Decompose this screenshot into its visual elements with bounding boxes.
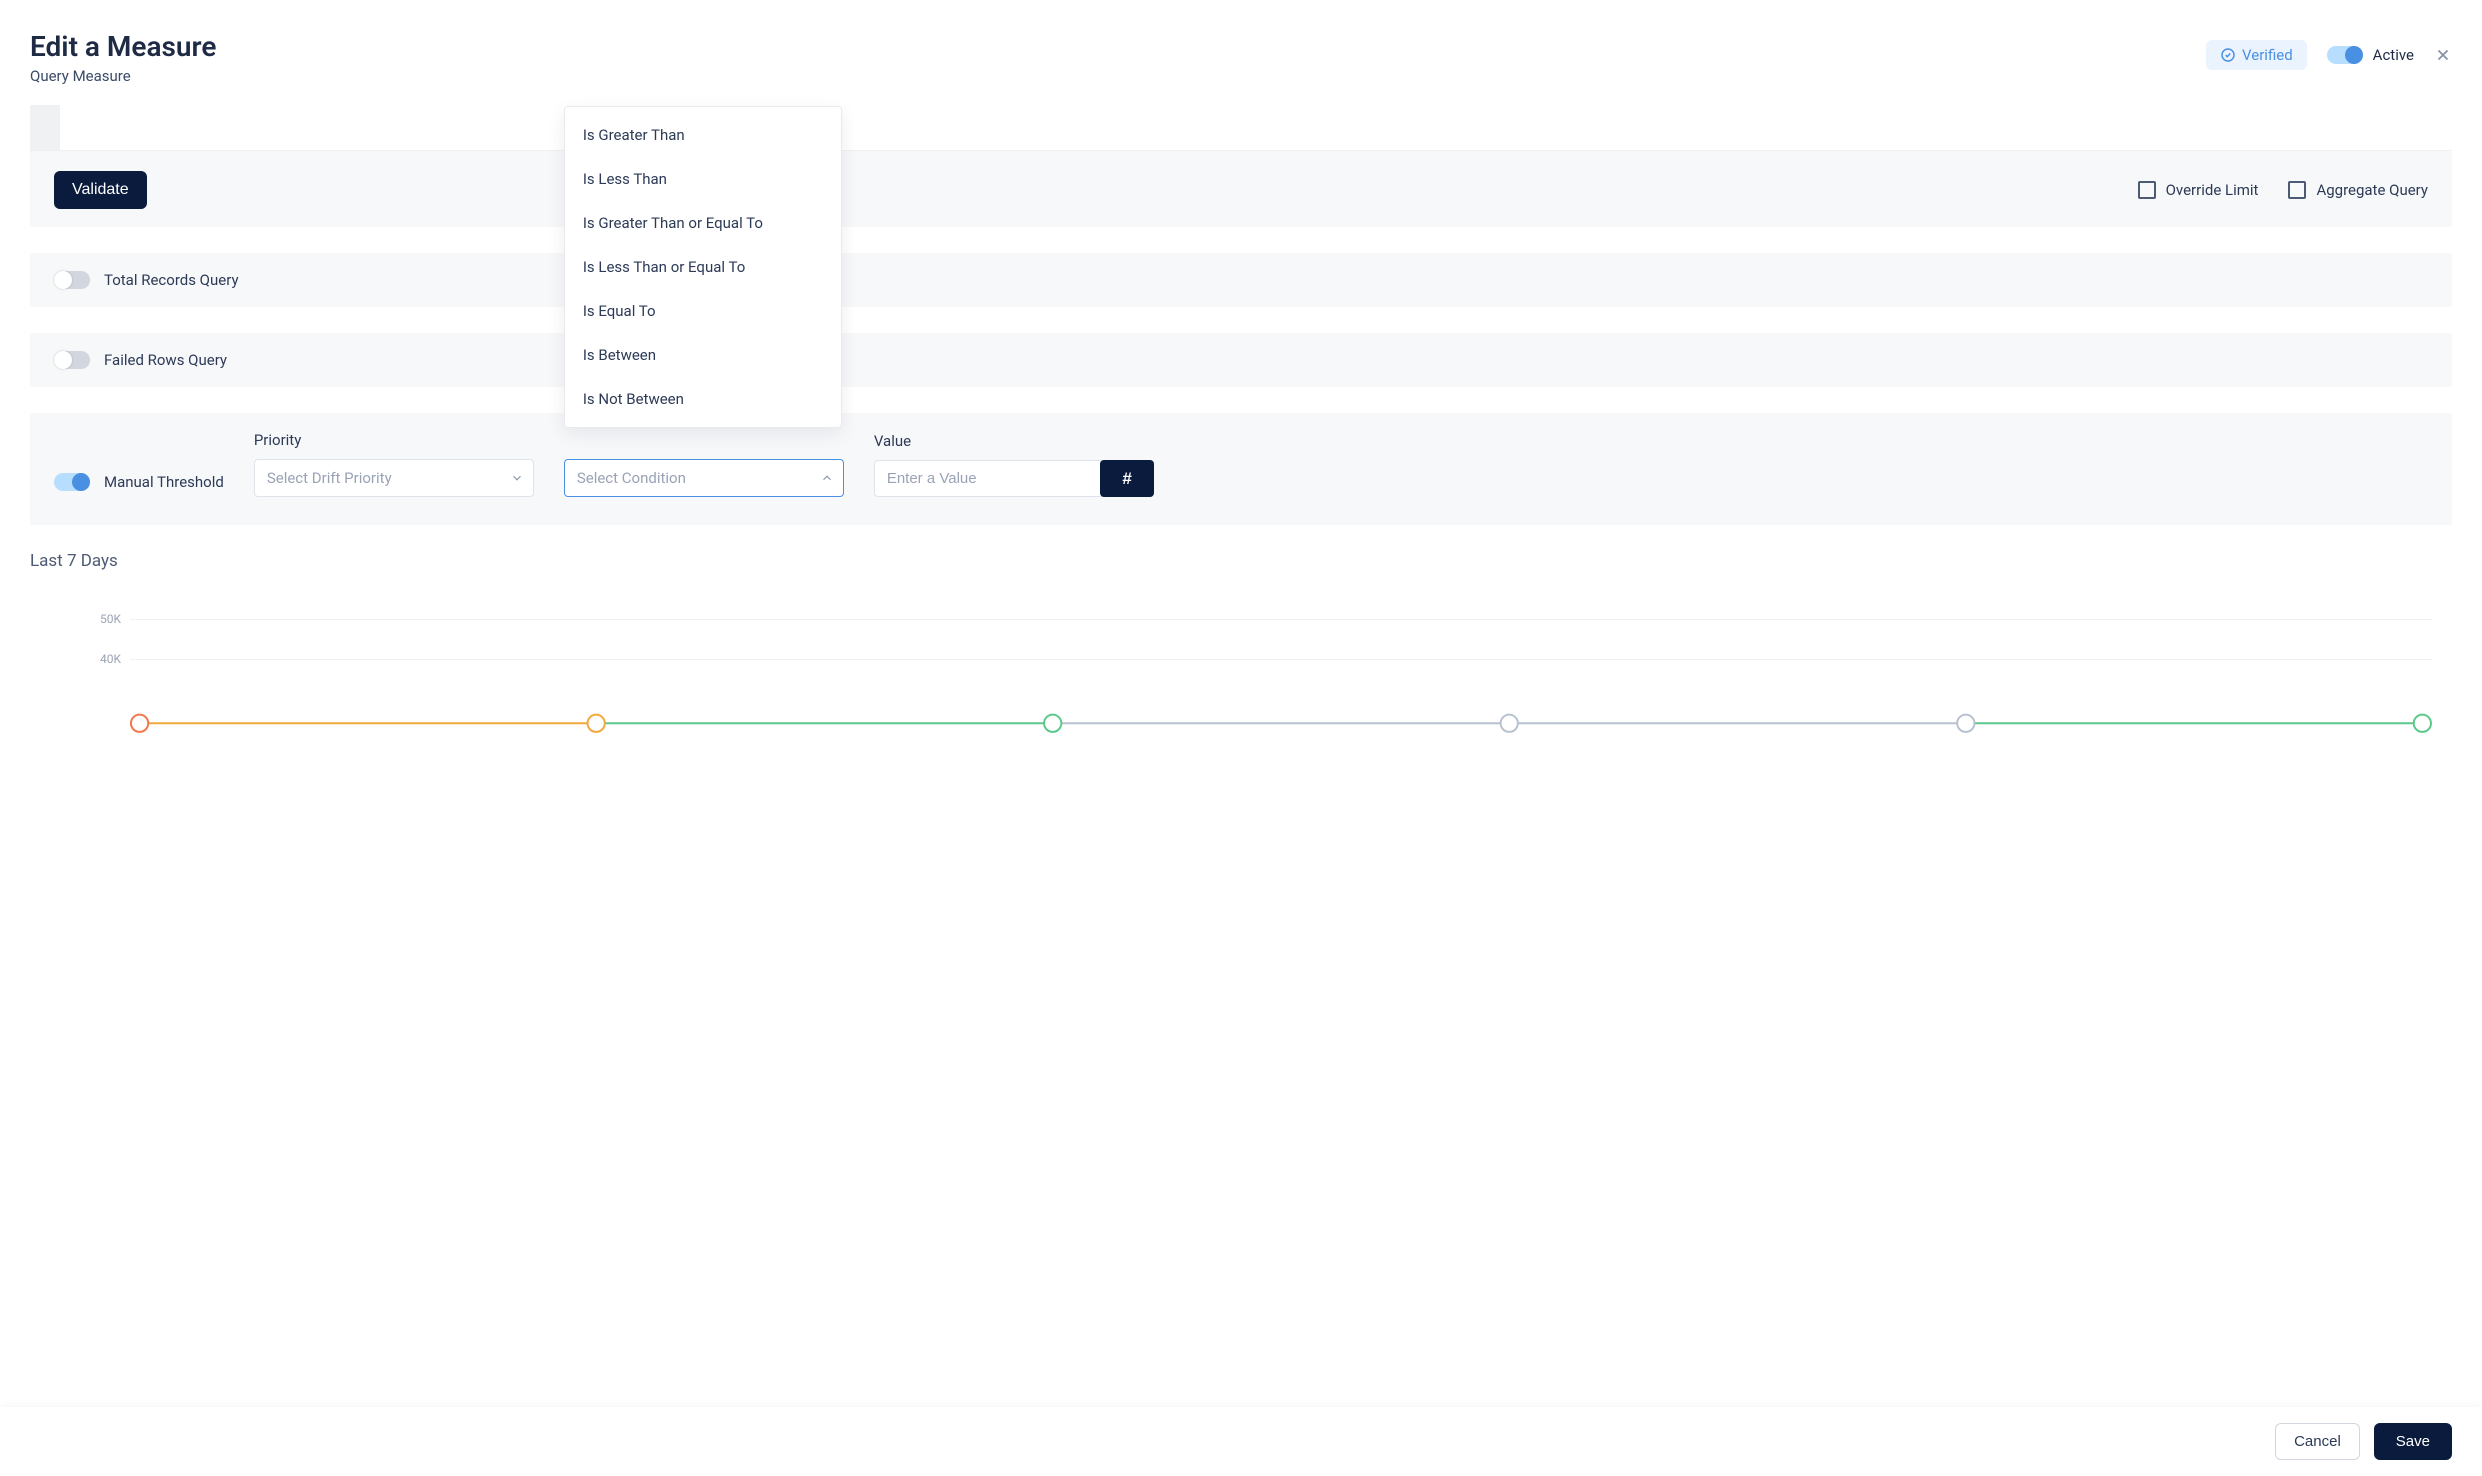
failed-rows-panel: Failed Rows Query [30,333,2452,387]
value-label: Value [874,432,1154,450]
condition-option[interactable]: Is Not Between [565,377,841,421]
aggregate-query-checkbox[interactable] [2288,181,2306,199]
override-limit-label: Override Limit [2166,181,2259,199]
failed-rows-toggle[interactable] [54,351,90,369]
cancel-button[interactable]: Cancel [2275,1423,2360,1460]
total-records-label: Total Records Query [104,271,239,289]
verified-badge: Verified [2206,40,2307,70]
save-button[interactable]: Save [2374,1423,2452,1460]
value-input[interactable] [874,460,1103,497]
chevron-down-icon [510,471,524,485]
priority-placeholder: Select Drift Priority [267,469,392,487]
condition-option[interactable]: Is Between [565,333,841,377]
condition-option[interactable]: Is Greater Than [565,113,841,157]
chart-heading: Last 7 Days [30,551,2452,571]
manual-threshold-label: Manual Threshold [104,473,224,491]
close-icon[interactable] [2434,46,2452,64]
footer: Cancel Save [0,1407,2482,1476]
failed-rows-label: Failed Rows Query [104,351,227,369]
condition-option[interactable]: Is Greater Than or Equal To [565,201,841,245]
condition-option[interactable]: Is Less Than or Equal To [565,245,841,289]
active-toggle[interactable] [2327,46,2363,64]
priority-label: Priority [254,431,534,449]
condition-option[interactable]: Is Equal To [565,289,841,333]
chevron-up-icon [820,471,834,485]
verified-icon [2220,47,2236,63]
query-panel: Validate Override Limit Aggregate Query [30,105,2452,227]
verified-label: Verified [2242,46,2293,64]
value-type-button[interactable]: # [1100,460,1153,497]
y-tick: 50K [100,612,121,626]
validate-button[interactable]: Validate [54,171,147,209]
aggregate-query-label: Aggregate Query [2316,181,2428,199]
page-title: Edit a Measure [30,30,216,63]
condition-dropdown: Is Greater ThanIs Less ThanIs Greater Th… [564,106,842,428]
y-tick: 40K [100,652,121,666]
manual-threshold-toggle[interactable] [54,473,90,491]
override-limit-checkbox[interactable] [2138,181,2156,199]
total-records-toggle[interactable] [54,271,90,289]
condition-option[interactable]: Is Less Than [565,157,841,201]
priority-select[interactable]: Select Drift Priority [254,459,534,497]
query-editor[interactable] [30,105,2452,151]
page-subtitle: Query Measure [30,67,216,85]
manual-threshold-panel: Manual Threshold Priority Select Drift P… [30,413,2452,525]
condition-placeholder: Select Condition [577,469,686,487]
last-7-days-chart: 50K 40K [50,589,2432,689]
total-records-panel: Total Records Query [30,253,2452,307]
condition-select[interactable]: Select Condition [564,459,844,497]
active-label: Active [2373,46,2414,64]
